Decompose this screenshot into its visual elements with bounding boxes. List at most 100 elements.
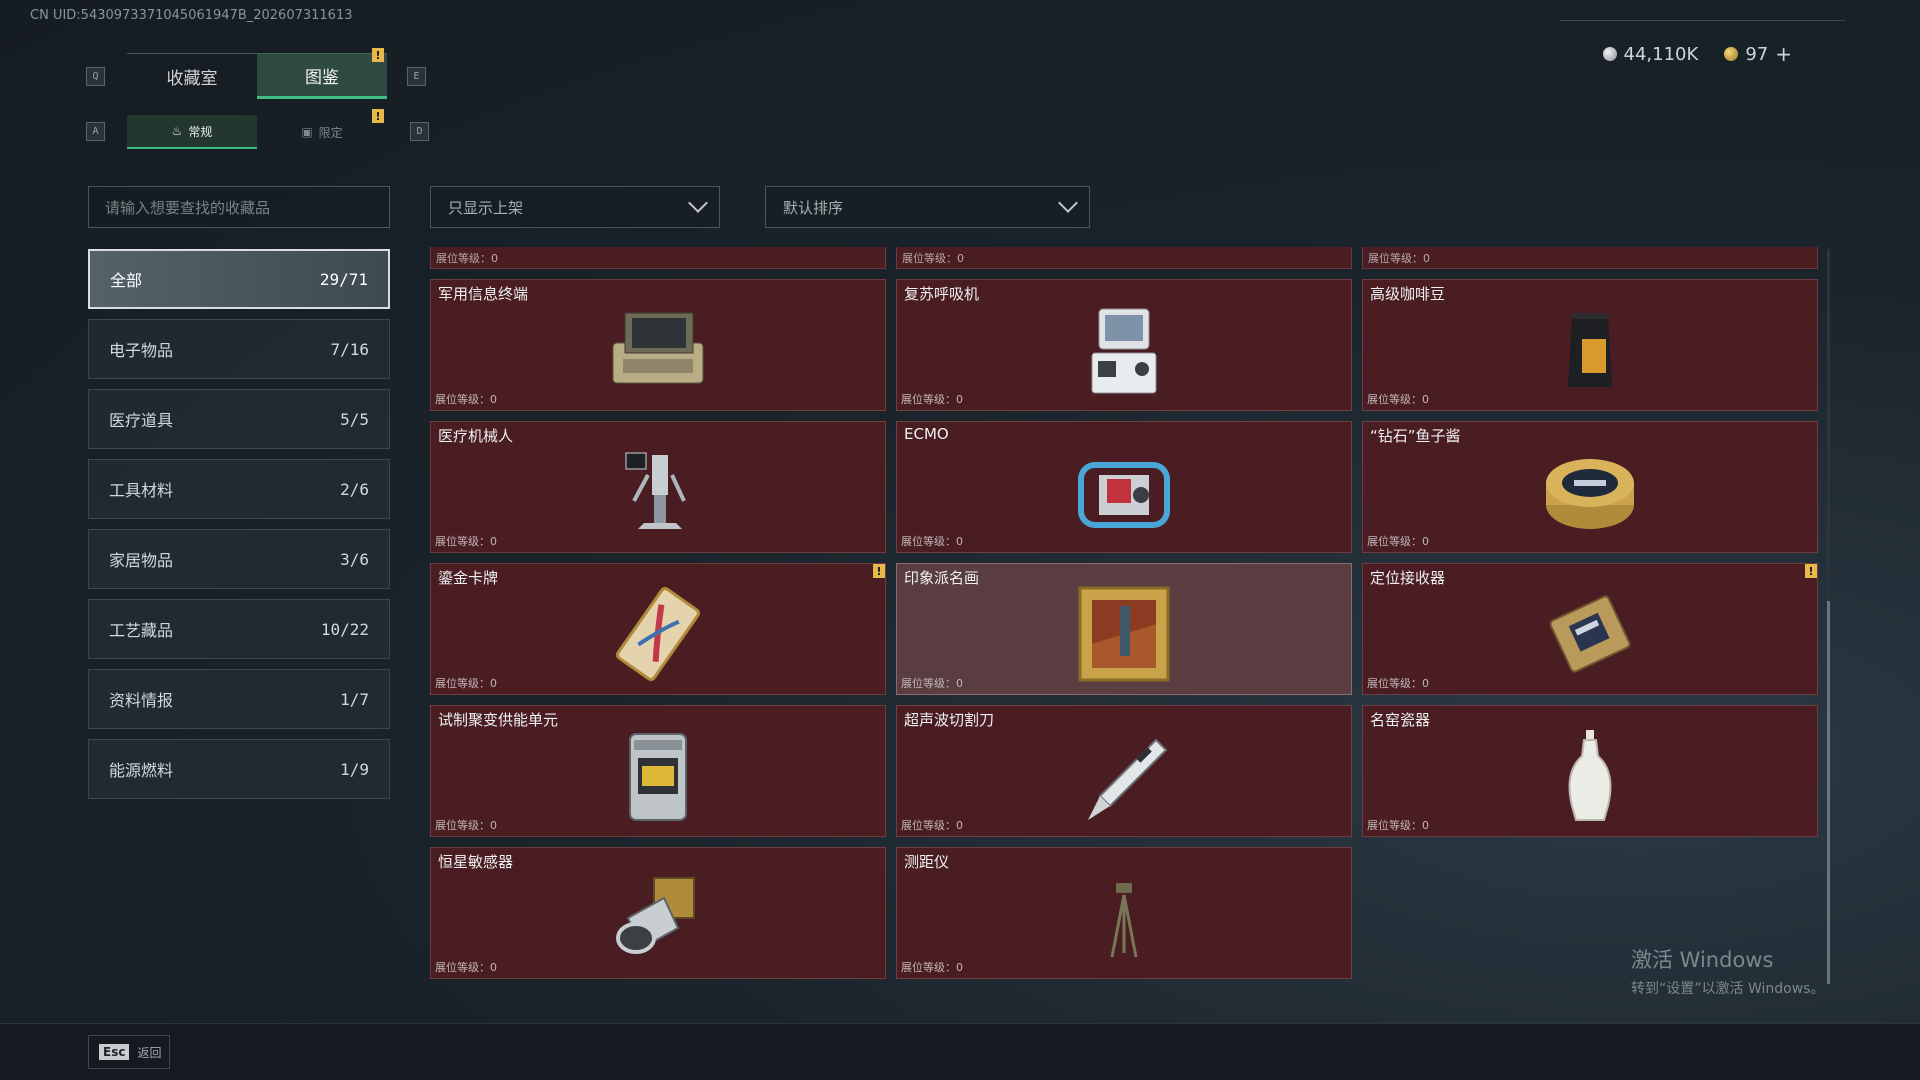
item-name: 试制聚变供能单元 bbox=[438, 711, 559, 729]
category-label: 能源燃料 bbox=[109, 761, 174, 780]
back-label: 返回 bbox=[137, 1045, 162, 1060]
gold-currency: 97 + bbox=[1724, 42, 1792, 66]
item-name: 测距仪 bbox=[904, 853, 950, 871]
windows-activation-watermark: 激活 Windows 转到“设置”以激活 Windows。 bbox=[1631, 944, 1824, 998]
coffee-bag-icon bbox=[1530, 298, 1650, 402]
subtab-limited[interactable]: ▣ 限定 bbox=[257, 115, 387, 149]
category-label: 全部 bbox=[110, 271, 143, 290]
item-level: 展位等级：0 bbox=[435, 393, 497, 406]
tab-codex[interactable]: 图鉴 bbox=[257, 53, 387, 99]
item-name: 超声波切割刀 bbox=[904, 711, 995, 729]
ventilator-icon bbox=[1064, 298, 1184, 402]
category-crafts[interactable]: 工艺藏品 10/22 bbox=[88, 599, 390, 659]
item-card-coffee-beans[interactable]: 高级咖啡豆 展位等级：0 bbox=[1362, 279, 1818, 411]
item-name: 名窑瓷器 bbox=[1370, 711, 1431, 729]
esc-key-icon: Esc bbox=[99, 1044, 130, 1060]
sort-dropdown[interactable]: 默认排序 bbox=[765, 186, 1090, 228]
caviar-tin-icon bbox=[1530, 440, 1650, 544]
category-electronics[interactable]: 电子物品 7/16 bbox=[88, 319, 390, 379]
key-hint-q: Q bbox=[86, 67, 105, 86]
item-name: 医疗机械人 bbox=[438, 427, 514, 445]
currency-bar: 44,110K 97 + bbox=[1602, 42, 1792, 66]
receiver-icon bbox=[1530, 582, 1650, 686]
power-unit-icon bbox=[598, 724, 718, 828]
tab-collection-room[interactable]: 收藏室 bbox=[127, 53, 257, 99]
star-sensor-icon bbox=[598, 866, 718, 970]
main-tabs: 收藏室 图鉴 bbox=[127, 53, 387, 99]
sub-tabs: ♨ 常规 ▣ 限定 bbox=[127, 115, 387, 149]
partial-card-level: 展位等级：0 bbox=[896, 247, 1352, 269]
item-card-rangefinder[interactable]: 测距仪 展位等级：0 bbox=[896, 847, 1352, 979]
item-card-ultrasonic-cutter[interactable]: 超声波切割刀 展位等级：0 bbox=[896, 705, 1352, 837]
category-household[interactable]: 家居物品 3/6 bbox=[88, 529, 390, 589]
alert-icon: ! bbox=[1805, 564, 1817, 578]
item-card-ecmo[interactable]: ECMO 展位等级：0 bbox=[896, 421, 1352, 553]
silver-amount: 44,110K bbox=[1623, 43, 1699, 65]
subtab-regular[interactable]: ♨ 常规 bbox=[127, 115, 257, 149]
item-card-gilded-card[interactable]: 鎏金卡牌 ! 展位等级：0 bbox=[430, 563, 886, 695]
item-card-fusion-power-unit[interactable]: 试制聚变供能单元 展位等级：0 bbox=[430, 705, 886, 837]
scalpel-icon bbox=[1064, 724, 1184, 828]
alert-icon: ! bbox=[873, 564, 885, 578]
key-hint-d: D bbox=[410, 122, 429, 141]
item-level: 展位等级：0 bbox=[901, 961, 963, 974]
add-currency-button[interactable]: + bbox=[1775, 42, 1792, 66]
search-input[interactable]: 请输入想要查找的收藏品 bbox=[88, 186, 390, 228]
category-all[interactable]: 全部 29/71 bbox=[88, 249, 390, 309]
back-button[interactable]: Esc 返回 bbox=[88, 1035, 170, 1069]
silver-currency: 44,110K bbox=[1602, 43, 1699, 65]
partial-card-row: 展位等级：0 展位等级：0 展位等级：0 bbox=[430, 247, 1820, 269]
category-count: 1/7 bbox=[340, 689, 369, 709]
flame-icon: ♨ bbox=[171, 124, 183, 138]
shelf-filter-dropdown[interactable]: 只显示上架 bbox=[430, 186, 720, 228]
item-level: 展位等级：0 bbox=[1367, 677, 1429, 690]
item-card-military-terminal[interactable]: 军用信息终端 展位等级：0 bbox=[430, 279, 886, 411]
category-energy[interactable]: 能源燃料 1/9 bbox=[88, 739, 390, 799]
category-label: 电子物品 bbox=[109, 341, 174, 360]
category-medical[interactable]: 医疗道具 5/5 bbox=[88, 389, 390, 449]
item-level: 展位等级：0 bbox=[435, 677, 497, 690]
item-name: 鎏金卡牌 bbox=[438, 569, 499, 587]
item-card-positioning-receiver[interactable]: 定位接收器 ! 展位等级：0 bbox=[1362, 563, 1818, 695]
item-card-famous-porcelain[interactable]: 名窑瓷器 展位等级：0 bbox=[1362, 705, 1818, 837]
item-card-diamond-caviar[interactable]: “钻石”鱼子酱 展位等级：0 bbox=[1362, 421, 1818, 553]
silver-coin-icon bbox=[1602, 47, 1617, 61]
item-name: 定位接收器 bbox=[1370, 569, 1446, 587]
bottom-bar bbox=[0, 1023, 1920, 1080]
watermark-subtitle: 转到“设置”以激活 Windows。 bbox=[1631, 981, 1825, 997]
key-hint-a: A bbox=[86, 122, 105, 141]
sort-value: 默认排序 bbox=[783, 198, 844, 217]
chevron-down-icon bbox=[1058, 193, 1078, 213]
item-level: 展位等级：0 bbox=[1367, 535, 1429, 548]
subtab-regular-label: 常规 bbox=[188, 124, 213, 139]
item-card-medical-robot[interactable]: 医疗机械人 展位等级：0 bbox=[430, 421, 886, 553]
category-count: 7/16 bbox=[330, 339, 369, 359]
item-name: 印象派名画 bbox=[904, 569, 980, 587]
category-label: 医疗道具 bbox=[109, 411, 174, 430]
top-divider bbox=[1560, 20, 1845, 21]
category-intel[interactable]: 资料情报 1/7 bbox=[88, 669, 390, 729]
item-name: 军用信息终端 bbox=[438, 285, 529, 303]
key-hint-e: E bbox=[407, 67, 426, 86]
partial-card-level: 展位等级：0 bbox=[1362, 247, 1818, 269]
item-level: 展位等级：0 bbox=[901, 677, 963, 690]
category-tools[interactable]: 工具材料 2/6 bbox=[88, 459, 390, 519]
item-card-ventilator[interactable]: 复苏呼吸机 展位等级：0 bbox=[896, 279, 1352, 411]
item-level: 展位等级：0 bbox=[435, 819, 497, 832]
alert-icon: ! bbox=[372, 109, 384, 123]
category-count: 2/6 bbox=[340, 479, 369, 499]
item-name: “钻石”鱼子酱 bbox=[1370, 427, 1461, 445]
item-card-star-sensor[interactable]: 恒星敏感器 展位等级：0 bbox=[430, 847, 886, 979]
watermark-title: 激活 Windows bbox=[1631, 948, 1774, 972]
card-icon bbox=[598, 582, 718, 686]
item-name: ECMO bbox=[904, 425, 949, 443]
grid-scrollbar[interactable] bbox=[1827, 249, 1830, 984]
item-level: 展位等级：0 bbox=[1367, 393, 1429, 406]
subtab-limited-label: 限定 bbox=[318, 125, 343, 140]
item-name: 复苏呼吸机 bbox=[904, 285, 980, 303]
item-card-impressionist-painting[interactable]: 印象派名画 展位等级：0 bbox=[896, 563, 1352, 695]
item-level: 展位等级：0 bbox=[901, 393, 963, 406]
scrollbar-thumb[interactable] bbox=[1827, 601, 1830, 984]
item-level: 展位等级：0 bbox=[901, 535, 963, 548]
category-count: 1/9 bbox=[340, 759, 369, 779]
